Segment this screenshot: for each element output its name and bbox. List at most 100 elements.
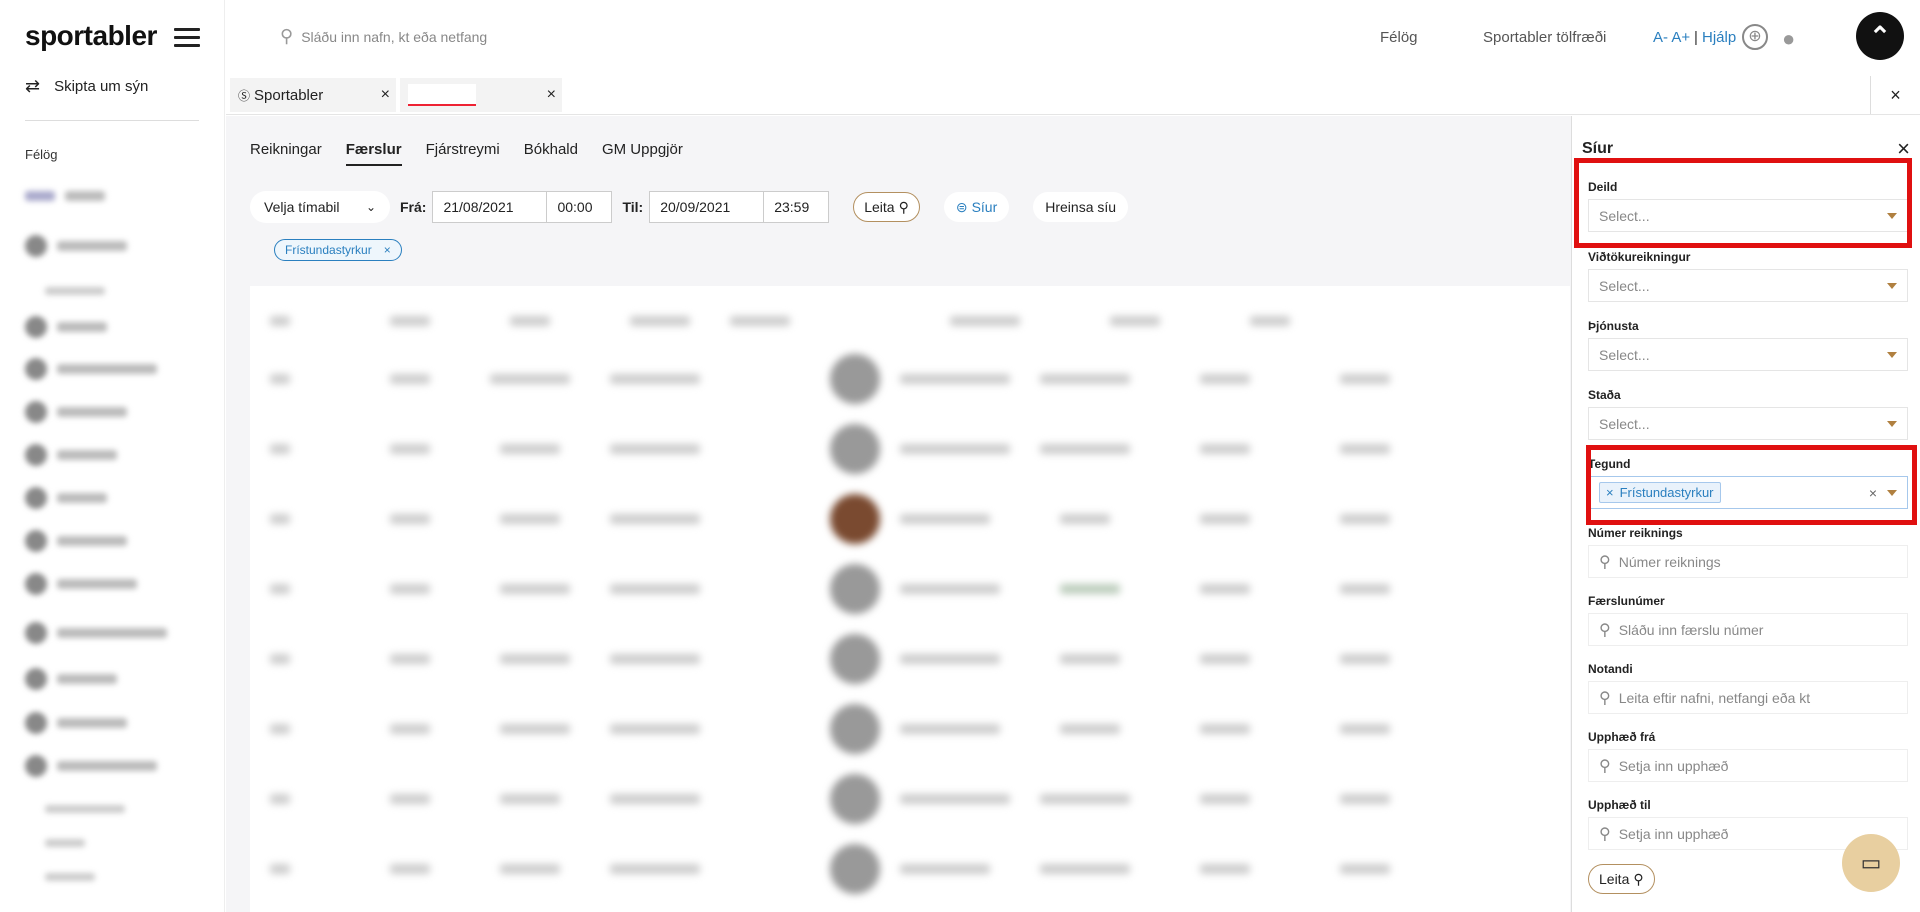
upphaed-fra-label: Upphæð frá — [1588, 730, 1656, 744]
sidebar-subitem-blurred[interactable] — [45, 836, 85, 850]
panel-search-button-label: Leita — [1599, 871, 1630, 887]
sidebar: sportabler ⇄ Skipta um sýn Félög — [0, 0, 225, 912]
tab-faerslur[interactable]: Færslur — [345, 141, 402, 166]
tab-strip: Ⓢ Sportabler × × × — [226, 75, 1920, 115]
sub-navigation: Reikningar Færslur Fjárstreymi Bókhald G… — [250, 141, 683, 166]
upphaed-til-input[interactable] — [1618, 825, 1889, 842]
caret-down-icon — [1887, 351, 1897, 358]
switch-view-label: Skipta um sýn — [54, 78, 149, 95]
numer-search: ⚲ — [1588, 545, 1908, 578]
filter-icon: ⊜ — [955, 198, 968, 215]
tab-sportabler[interactable]: Ⓢ Sportabler × — [230, 78, 396, 112]
caret-down-icon — [1887, 420, 1897, 427]
font-size-toggle[interactable]: A- A+ — [1653, 29, 1690, 46]
top-bar: ⚲ Félög Sportabler tölfræði A- A+ | Hjál… — [226, 0, 1920, 75]
sidebar-item-blurred[interactable] — [25, 573, 137, 595]
stats-link[interactable]: Sportabler tölfræði — [1483, 29, 1606, 46]
filters-button[interactable]: ⊜ Síur — [943, 192, 1010, 222]
upphaed-fra-search: ⚲ — [1588, 749, 1908, 782]
table-row[interactable] — [250, 624, 1570, 694]
sidebar-item-blurred[interactable] — [25, 401, 127, 423]
help-link[interactable]: Hjálp — [1702, 29, 1736, 46]
highlight-box — [1586, 445, 1917, 525]
sidebar-item-blurred[interactable] — [25, 668, 117, 690]
sportabler-logo-icon: Ⓢ — [238, 88, 251, 103]
table-row[interactable] — [250, 344, 1570, 414]
tab-untitled[interactable]: × — [400, 78, 562, 112]
filters-button-label: Síur — [971, 199, 998, 215]
vidtoku-select[interactable]: Select... — [1588, 269, 1908, 302]
sidebar-item-blurred[interactable] — [25, 755, 157, 777]
sidebar-item-blurred[interactable] — [25, 185, 105, 207]
tab-gm-uppgjor[interactable]: GM Uppgjör — [602, 141, 683, 166]
to-time-input[interactable]: 23:59 — [764, 191, 830, 223]
app-root: sportabler ⇄ Skipta um sýn Félög ⚲ Sláðu… — [0, 0, 1920, 912]
table-row[interactable] — [250, 834, 1570, 904]
tab-input-placeholder — [408, 84, 476, 106]
tab-reikningar[interactable]: Reikningar — [250, 141, 322, 166]
chat-icon[interactable]: ● — [1782, 26, 1795, 52]
sidebar-item-blurred[interactable] — [25, 444, 117, 466]
to-label: Til: — [622, 199, 644, 215]
stada-select[interactable]: Select... — [1588, 407, 1908, 440]
tab-fjarstreymi[interactable]: Fjárstreymi — [426, 141, 500, 166]
filter-stada: Staða Select... — [1588, 388, 1908, 440]
sidebar-item-blurred[interactable] — [25, 235, 127, 257]
filter-faerslunumer: Færslunúmer ⚲ — [1588, 594, 1908, 646]
clear-filters-button[interactable]: Hreinsa síu — [1033, 192, 1129, 222]
filter-notandi: Notandi ⚲ — [1588, 662, 1908, 714]
from-label: Frá: — [400, 199, 427, 215]
upphaed-fra-input[interactable] — [1618, 757, 1889, 774]
clubs-link[interactable]: Félög — [1380, 29, 1418, 46]
table-row[interactable] — [250, 414, 1570, 484]
globe-icon[interactable]: ⊕ — [1742, 24, 1768, 50]
main-content: Reikningar Færslur Fjárstreymi Bókhald G… — [226, 116, 1571, 912]
close-all-tabs-icon[interactable]: × — [1870, 76, 1920, 114]
filter-numer-reiknings: Númer reiknings ⚲ — [1588, 526, 1908, 578]
upphaed-til-label: Upphæð til — [1588, 798, 1651, 812]
close-icon[interactable]: × — [381, 86, 390, 104]
from-date-input[interactable]: 21/08/2021 — [432, 191, 548, 223]
thjonusta-select[interactable]: Select... — [1588, 338, 1908, 371]
close-icon[interactable]: × — [384, 243, 391, 257]
panel-search-button[interactable]: Leita ⚲ — [1588, 864, 1655, 894]
stada-label: Staða — [1588, 388, 1621, 402]
global-search-input[interactable] — [301, 28, 602, 45]
logo: sportabler — [25, 20, 157, 51]
hamburger-menu-icon[interactable] — [174, 28, 200, 48]
sidebar-item-blurred[interactable] — [25, 487, 107, 509]
search-button[interactable]: Leita ⚲ — [853, 192, 920, 222]
sidebar-subitem-blurred[interactable] — [45, 802, 125, 816]
to-date-input[interactable]: 20/09/2021 — [649, 191, 765, 223]
chat-support-icon[interactable]: ▭ — [1842, 834, 1900, 892]
numer-input[interactable] — [1618, 553, 1889, 570]
avatar[interactable]: ⌃ — [1856, 12, 1904, 60]
highlight-box — [1574, 158, 1912, 248]
numer-label: Númer reiknings — [1588, 526, 1683, 540]
search-button-label: Leita — [864, 199, 895, 215]
sidebar-item-blurred[interactable] — [25, 358, 157, 380]
vidtoku-select-value: Select... — [1599, 277, 1650, 294]
sidebar-item-blurred[interactable] — [25, 530, 127, 552]
sidebar-item-blurred[interactable] — [25, 316, 107, 338]
switch-view-button[interactable]: ⇄ Skipta um sýn — [25, 76, 148, 97]
search-icon: ⚲ — [1599, 553, 1611, 571]
search-icon: ⚲ — [280, 26, 294, 46]
table-row[interactable] — [250, 694, 1570, 764]
thjonusta-select-value: Select... — [1599, 346, 1650, 363]
table-row[interactable] — [250, 764, 1570, 834]
sidebar-subitem-blurred[interactable] — [45, 284, 105, 298]
close-icon[interactable]: × — [547, 86, 556, 104]
faerslu-input[interactable] — [1618, 621, 1889, 638]
sidebar-subitem-blurred[interactable] — [45, 870, 95, 884]
tab-bokhald[interactable]: Bókhald — [524, 141, 578, 166]
sidebar-item-blurred[interactable] — [25, 712, 127, 734]
active-filter-chip: Frístundastyrkur × — [274, 239, 402, 261]
notandi-input[interactable] — [1618, 689, 1889, 706]
period-select[interactable]: Velja tímabil ⌄ — [250, 191, 390, 223]
table-row[interactable] — [250, 484, 1570, 554]
from-time-input[interactable]: 00:00 — [547, 191, 613, 223]
sidebar-item-blurred[interactable] — [25, 622, 167, 644]
table-row[interactable] — [250, 554, 1570, 624]
filter-upphaed-fra: Upphæð frá ⚲ — [1588, 730, 1908, 782]
